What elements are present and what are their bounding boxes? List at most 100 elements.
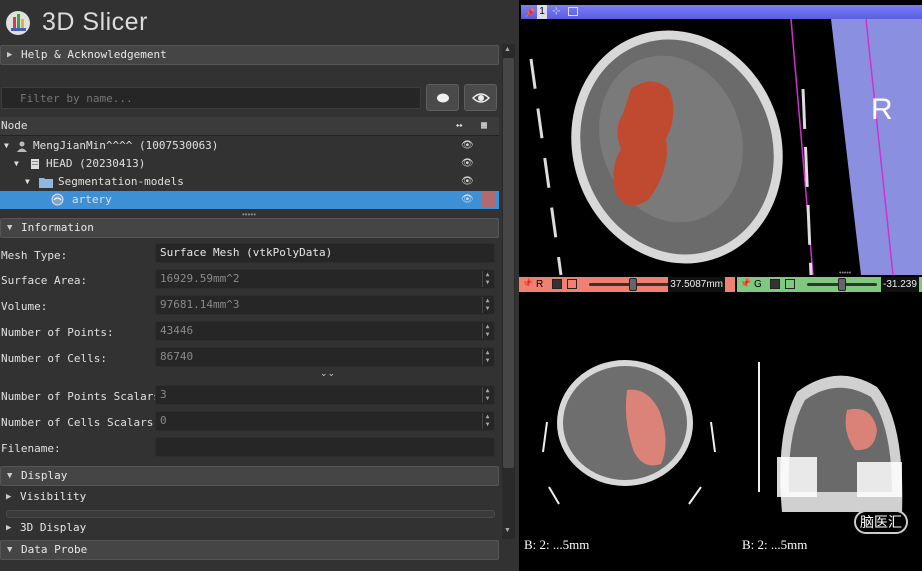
display-section-label: Display <box>21 469 68 482</box>
expand-right-icon: ▶ <box>6 492 12 502</box>
splitter-handle[interactable]: ••••• <box>839 270 851 275</box>
scroll-thumb[interactable] <box>503 58 514 468</box>
watermark-text: 脑医汇 <box>860 514 902 530</box>
study-icon <box>31 159 39 169</box>
tree-row-patient[interactable]: ▼ MengJianMin^^^^ (1007530063) 👁 <box>0 137 499 155</box>
num-cell-scalars-field: 0 ▲ ▼ <box>155 411 495 431</box>
spinbox-arrows[interactable]: ▲ ▼ <box>482 387 492 403</box>
ellipse-icon <box>437 93 449 103</box>
num-point-scalars-label: Number of Points Scalars: <box>1 390 167 403</box>
scroll-down-icon[interactable]: ▼ <box>504 527 511 534</box>
node-column-header[interactable]: Node <box>1 119 28 132</box>
eye-icon[interactable]: 👁 <box>461 191 474 209</box>
information-section-header[interactable]: ▼ Information <box>0 218 499 238</box>
tree-row-artery[interactable]: artery 👁 <box>0 191 499 209</box>
num-cell-scalars-label: Number of Cells Scalars: <box>1 416 160 429</box>
link-icon[interactable] <box>770 279 780 289</box>
3d-view[interactable]: 📌 1 ⊹ R ••••• <box>521 5 922 275</box>
spinbox-arrows[interactable]: ▲ ▼ <box>482 297 492 313</box>
spinbox-arrows[interactable]: ▲ ▼ <box>482 413 492 429</box>
collapse-icon[interactable]: ▼ <box>4 137 9 155</box>
slice-offset-value[interactable]: -31.239 <box>881 277 919 292</box>
mesh-type-field: Surface Mesh (vtkPolyData) <box>155 243 495 263</box>
axial-ct-image <box>542 360 716 505</box>
tree-row-study[interactable]: ▼ HEAD (20230413) 👁 <box>0 155 499 173</box>
pin-icon[interactable]: 📌 <box>522 278 533 289</box>
visibility-panel <box>6 510 495 518</box>
scroll-up-icon[interactable]: ▲ <box>504 46 511 53</box>
3d-display-section-header[interactable]: ▶ 3D Display <box>0 519 499 539</box>
app-header: 3D Slicer <box>0 0 519 44</box>
spinbox-arrows[interactable]: ▲ ▼ <box>482 349 492 365</box>
red-slice-view[interactable]: B: 2: ...5mm <box>519 292 735 571</box>
more-chevron-icon[interactable]: ⌄⌄ <box>320 368 335 379</box>
visibility-section-header[interactable]: ▶ Visibility <box>0 488 499 508</box>
display-section-header[interactable]: ▼ Display <box>0 466 499 486</box>
maximize-icon[interactable] <box>567 279 577 289</box>
help-section-label: Help & Acknowledgement <box>21 48 167 61</box>
collapse-icon: ▼ <box>7 471 13 481</box>
expand-right-icon: ▶ <box>7 50 13 60</box>
slice-offset-value[interactable]: 37.5087mm <box>668 277 725 292</box>
pin-icon[interactable]: 📌 <box>524 6 535 20</box>
num-cells-field: 86740 ▲ ▼ <box>155 347 495 367</box>
tree-header: Node ⬩⬩ ▦ <box>0 117 499 136</box>
slicer-logo-icon <box>6 11 30 35</box>
3d-render-scene: R <box>529 19 922 275</box>
visibility-toggle-button[interactable] <box>464 84 497 111</box>
num-points-field: 43446 ▲ ▼ <box>155 321 495 341</box>
slider-knob[interactable] <box>629 278 637 291</box>
help-section-header[interactable]: ▶ Help & Acknowledgement <box>0 45 499 65</box>
filter-input[interactable] <box>1 87 421 109</box>
3d-view-controller-bar[interactable]: 📌 1 ⊹ <box>521 5 922 19</box>
corner-annotation: B: 2: ...5mm <box>524 537 590 552</box>
visibility-column-icon[interactable]: ⬩⬩ <box>456 117 462 135</box>
volume-field: 97681.14mm^3 ▲ ▼ <box>155 295 495 315</box>
link-icon[interactable] <box>552 279 562 289</box>
eye-icon[interactable]: 👁 <box>461 137 474 155</box>
collapse-icon: ▼ <box>7 545 13 555</box>
slice-offset-slider[interactable] <box>589 278 669 291</box>
spinbox-arrows[interactable]: ▲ ▼ <box>482 271 492 287</box>
folder-icon <box>39 178 53 188</box>
slider-knob[interactable] <box>838 278 846 291</box>
num-points-value: 43446 <box>160 324 194 337</box>
color-column-icon[interactable]: ▦ <box>481 117 487 135</box>
information-section-label: Information <box>21 221 94 234</box>
data-probe-section-header[interactable]: ▼ Data Probe <box>0 540 499 560</box>
tree-row-label: Segmentation-models <box>58 175 184 188</box>
visibility-section-label: Visibility <box>20 490 87 503</box>
tree-row-label: MengJianMin^^^^ (1007530063) <box>33 139 219 152</box>
spinbox-arrows[interactable]: ▲ ▼ <box>482 323 492 339</box>
maximize-icon[interactable] <box>568 7 578 16</box>
num-point-scalars-value: 3 <box>160 388 167 401</box>
surface-area-field: 16929.59mm^2 ▲ ▼ <box>155 269 495 289</box>
orientation-label: R <box>871 93 893 126</box>
collapse-icon[interactable]: ▼ <box>14 155 19 173</box>
slice-letter: G <box>754 279 762 290</box>
vertical-scrollbar[interactable]: ▲ ▼ <box>502 44 515 539</box>
num-cells-label: Number of Cells: <box>1 352 107 365</box>
eye-icon <box>471 93 491 103</box>
collapse-icon[interactable]: ▼ <box>25 173 30 191</box>
pin-icon[interactable]: 📌 <box>740 278 751 289</box>
tree-row-label: HEAD (20230413) <box>46 157 146 170</box>
eye-icon[interactable]: 👁 <box>461 155 474 173</box>
color-swatch[interactable] <box>481 192 495 208</box>
show-all-button[interactable] <box>426 84 459 111</box>
headrest-lines <box>529 58 563 275</box>
green-slice-view[interactable]: 脑医汇 B: 2: ...5mm <box>737 292 922 571</box>
maximize-icon[interactable] <box>785 279 795 289</box>
slice-offset-slider[interactable] <box>807 278 877 291</box>
num-points-label: Number of Points: <box>1 326 114 339</box>
eye-icon[interactable]: 👁 <box>461 173 474 191</box>
green-slice-controller[interactable]: 📌 G -31.239 <box>737 277 922 292</box>
center-view-icon[interactable]: ⊹ <box>552 5 560 19</box>
volume-value: 97681.14mm^3 <box>160 298 240 311</box>
volume-label: Volume: <box>1 300 48 313</box>
tree-row-folder[interactable]: ▼ Segmentation-models 👁 <box>0 173 499 191</box>
surface-area-value: 16929.59mm^2 <box>160 272 240 285</box>
red-slice-controller[interactable]: 📌 R 37.5087mm <box>519 277 735 292</box>
corner-annotation: B: 2: ...5mm <box>742 537 808 552</box>
app-title: 3D Slicer <box>42 8 148 36</box>
